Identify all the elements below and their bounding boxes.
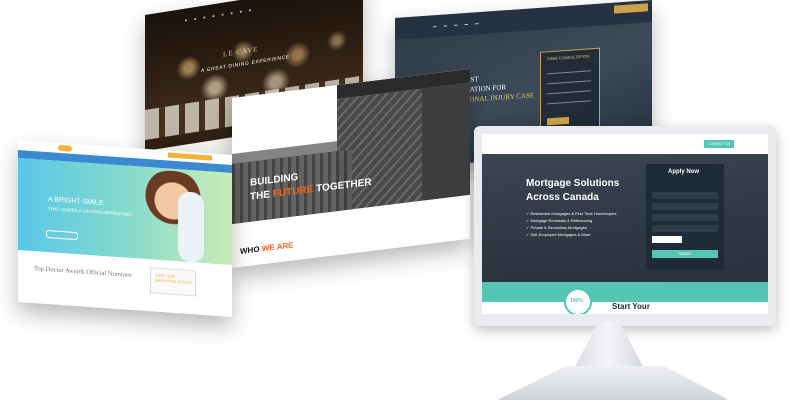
mortgage-apply-title: Apply Now: [668, 169, 699, 175]
construction-website-card: BUILDING THE FUTURE TOGETHER WHO WE ARE: [232, 68, 470, 268]
mortgage-contact-button[interactable]: CONTACT US: [704, 140, 734, 148]
mortgage-bullet: ✓ Residential Mortgages & First Time Hom…: [526, 211, 617, 216]
dental-section-title: Top Doctor Awards Official Nominee: [34, 265, 132, 279]
mortgage-headline-1: Mortgage Solutions: [526, 178, 620, 189]
mortgage-type-select[interactable]: [652, 225, 718, 232]
construction-about-who: WHO: [240, 244, 260, 257]
badge-text: 100%: [570, 298, 583, 304]
monitor-stand-neck: [572, 322, 646, 372]
dental-visit-line-2: BRIGHTON OFFICE: [155, 277, 192, 286]
mortgage-bullet: ✓ Mortgage Renewals & Refinancing: [526, 218, 593, 223]
mortgage-bullet-list: ✓ Residential Mortgages & First Time Hom…: [526, 210, 617, 238]
mortgage-submit-button[interactable]: SUBMIT: [652, 250, 718, 258]
law-form-title: FREE CONSULTATION: [547, 53, 590, 62]
dental-chair-image: [178, 191, 204, 264]
dental-appointment-button[interactable]: [168, 152, 212, 161]
law-form-message-field[interactable]: [547, 95, 591, 105]
construction-about-heading: WHO WE ARE: [240, 240, 294, 256]
mortgage-headline-2: Across Canada: [526, 192, 599, 203]
mortgage-bullet: ✓ Self-Employed Mortgages & More: [526, 232, 591, 237]
construction-about-we-are: WE ARE: [261, 240, 294, 254]
restaurant-nav: ■ ■ ■ ■ ■ ■ ■ ■: [185, 8, 251, 23]
law-form-phone-field[interactable]: [547, 85, 591, 95]
mortgage-hero: [482, 154, 768, 282]
dental-logo: [58, 144, 72, 152]
dental-website-card: A BRIGHT SMILE THAT LEAVES A LASTING IMP…: [18, 140, 232, 317]
monitor-stand-base: [497, 366, 729, 400]
mortgage-100-percent-badge: 100%: [564, 288, 592, 314]
mortgage-apply-form: Apply Now SUBMIT: [646, 164, 724, 270]
law-form-name-field[interactable]: [547, 65, 591, 75]
mortgage-start-text: Start Your: [612, 302, 650, 311]
mortgage-captcha[interactable]: [652, 236, 682, 243]
mortgage-bullet: ✓ Private & Secondary Mortgages: [526, 225, 587, 230]
desktop-monitor: CONTACT US Mortgage Solutions Across Can…: [474, 126, 776, 326]
law-form-email-field[interactable]: [547, 75, 591, 85]
mortgage-name-field[interactable]: [652, 192, 718, 199]
law-form-submit-button[interactable]: [547, 116, 569, 126]
mortgage-header: CONTACT US: [482, 134, 768, 154]
mortgage-phone-field[interactable]: [652, 214, 718, 221]
mortgage-email-field[interactable]: [652, 203, 718, 210]
construction-side-panel: [422, 82, 470, 201]
portfolio-mockup-scene: ■ ■ ■ ■ ■ ■ ■ ■ LE CAVE A GREAT DINING EXPERIEN…: [0, 0, 793, 411]
dental-visit-box[interactable]: VISIT OUR BRIGHTON OFFICE: [150, 267, 196, 297]
mortgage-teal-band: [482, 282, 768, 302]
monitor-screen: CONTACT US Mortgage Solutions Across Can…: [482, 134, 768, 314]
